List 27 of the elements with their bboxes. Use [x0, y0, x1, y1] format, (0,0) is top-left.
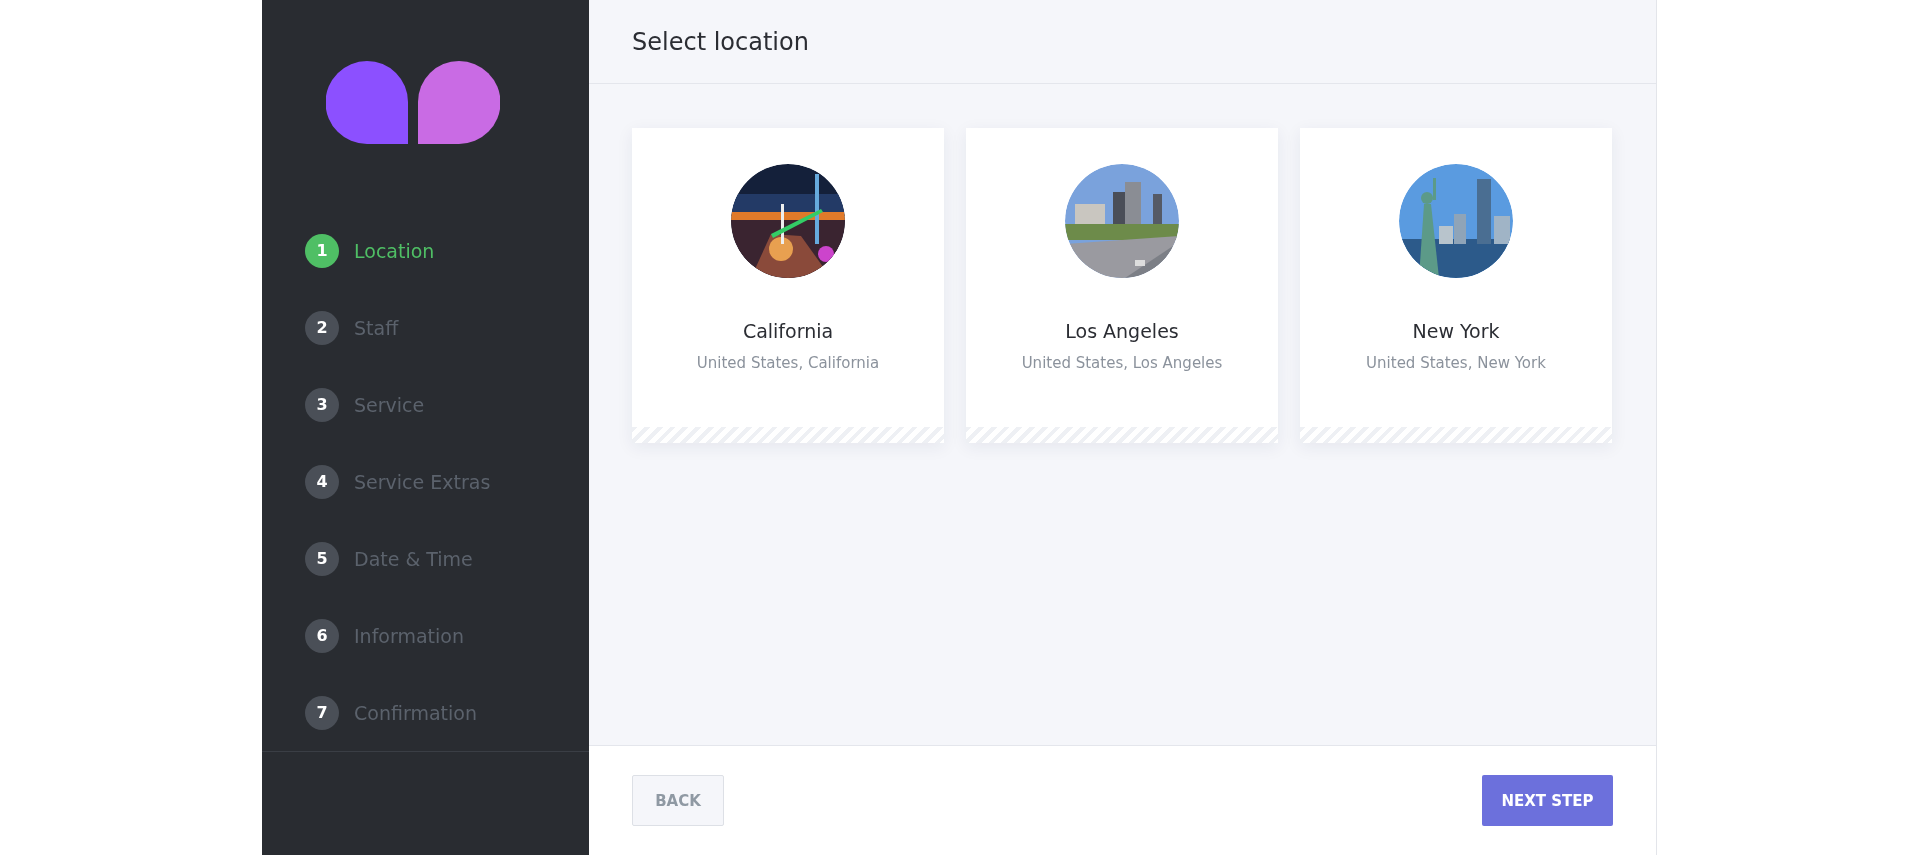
logo-icon — [326, 61, 500, 144]
step-label[interactable]: Date & Time — [354, 547, 473, 570]
location-card[interactable]: California United States, California — [632, 128, 944, 443]
page-title: Select location — [632, 27, 809, 56]
step-label[interactable]: Service Extras — [354, 470, 491, 493]
step-number: 1 — [305, 233, 339, 268]
location-address: United States, New York — [1366, 354, 1546, 372]
location-address: United States, California — [696, 354, 880, 372]
step-number: 6 — [305, 618, 339, 653]
location-name: New York — [1412, 320, 1500, 342]
step-number: 5 — [305, 541, 339, 576]
step-label[interactable]: Information — [354, 624, 464, 647]
location-name: Los Angeles — [1065, 320, 1179, 342]
location-name: California — [742, 320, 834, 342]
step-label[interactable]: Location — [354, 239, 435, 262]
location-card[interactable]: New York United States, New York — [1300, 128, 1612, 443]
location-card[interactable]: Los Angeles United States, Los Angeles — [966, 128, 1278, 443]
step-number: 3 — [305, 387, 339, 422]
step-label[interactable]: Service — [354, 393, 425, 416]
step-number: 4 — [305, 464, 339, 499]
next-step-button[interactable]: NEXT STEP — [1482, 775, 1613, 826]
location-address: United States, Los Angeles — [1021, 354, 1223, 372]
step-label[interactable]: Confirmation — [354, 701, 477, 724]
back-button[interactable]: BACK — [632, 775, 724, 826]
step-label[interactable]: Staff — [354, 316, 399, 339]
step-number: 7 — [305, 695, 339, 730]
step-number: 2 — [305, 310, 339, 345]
